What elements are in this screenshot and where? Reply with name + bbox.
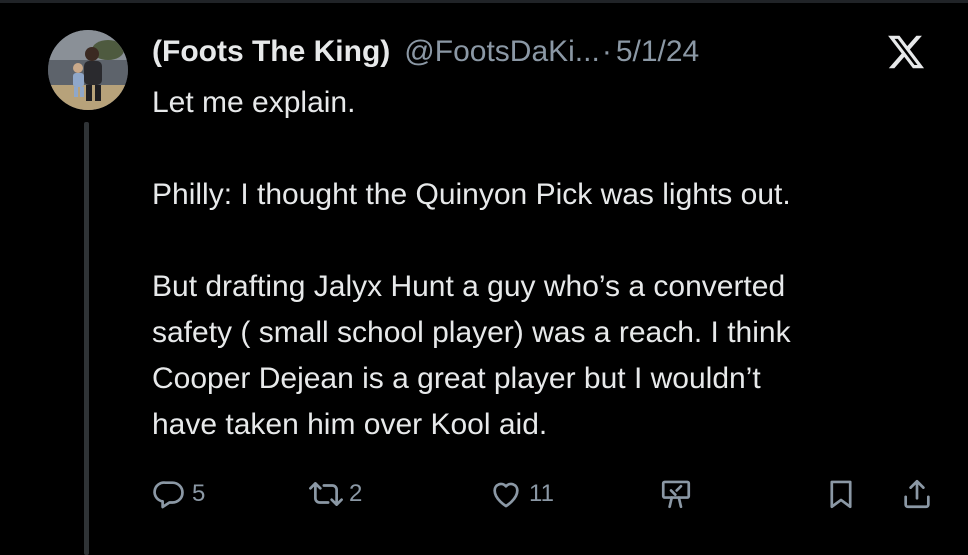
tweet-line: Let me explain.	[152, 86, 356, 119]
grok-icon	[659, 477, 693, 511]
tweet-line: Cooper Dejean is a great player but I wo…	[152, 362, 761, 395]
share-icon	[900, 477, 934, 511]
grok-button[interactable]	[659, 470, 693, 518]
display-name[interactable]: (Foots The King)	[152, 35, 390, 69]
reply-button[interactable]: 5	[152, 470, 205, 518]
retweet-icon	[309, 477, 343, 511]
retweet-button[interactable]: 2	[309, 470, 362, 518]
reply-icon	[152, 477, 186, 511]
retweet-count: 2	[349, 480, 363, 507]
separator-dot: ·	[601, 35, 612, 68]
thread-line	[84, 122, 89, 555]
tweet-header: (Foots The King) @FootsDaKi... · 5/1/24	[152, 30, 699, 74]
bookmark-icon	[824, 477, 858, 511]
share-button[interactable]	[900, 470, 934, 518]
user-handle[interactable]: @FootsDaKi...	[404, 35, 600, 69]
like-button[interactable]: 11	[489, 470, 554, 518]
tweet-date[interactable]: 5/1/24	[616, 35, 699, 69]
x-logo-icon	[886, 32, 926, 72]
tweet-line: safety ( small school player) was a reac…	[152, 316, 791, 349]
avatar[interactable]	[48, 30, 128, 110]
bookmark-button[interactable]	[824, 470, 858, 518]
action-bar: 5 2 11	[152, 470, 942, 518]
top-divider	[0, 0, 968, 3]
avatar-photo	[48, 30, 128, 110]
tweet-line: But drafting Jalyx Hunt a guy who’s a co…	[152, 270, 786, 303]
tweet-line: have taken him over Kool aid.	[152, 408, 548, 441]
tweet-line: Philly: I thought the Quinyon Pick was l…	[152, 178, 791, 211]
like-count: 11	[529, 480, 554, 507]
reply-count: 5	[192, 480, 206, 507]
heart-icon	[489, 477, 523, 511]
tweet-text: Let me explain. Philly: I thought the Qu…	[152, 80, 952, 448]
